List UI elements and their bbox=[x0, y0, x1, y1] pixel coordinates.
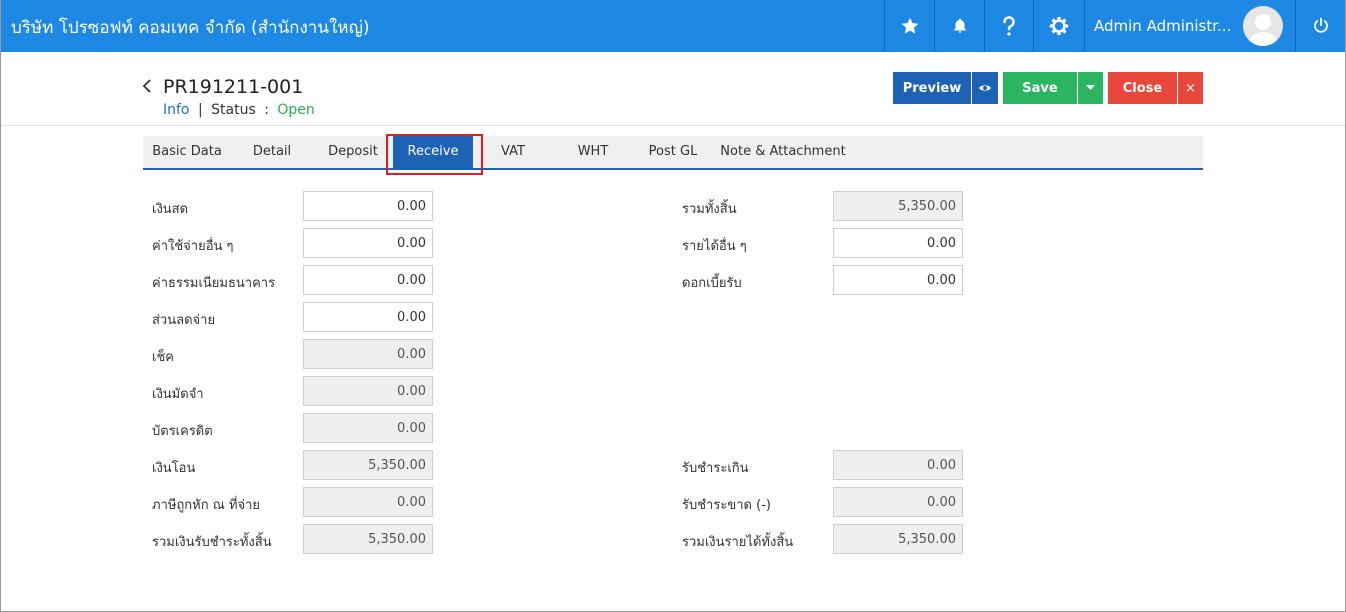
settings-button[interactable] bbox=[1033, 0, 1084, 52]
field-label: รวมทั้งสิ้น bbox=[682, 202, 737, 217]
field-label: เงินโอน bbox=[152, 461, 196, 476]
company-name[interactable]: บริษัท โปรซอฟท์ คอมเทค จำกัด (สำนักงานให… bbox=[11, 14, 370, 41]
field-label: ดอกเบี้ยรับ bbox=[682, 276, 742, 291]
field-label: ภาษีถูกหัก ณ ที่จ่าย bbox=[152, 498, 261, 513]
help-button[interactable] bbox=[984, 0, 1033, 52]
tab-note-attachment[interactable]: Note & Attachment bbox=[713, 136, 853, 168]
caret-down-icon bbox=[1086, 85, 1095, 90]
status-label: Status bbox=[211, 102, 256, 118]
underpaid-field bbox=[833, 487, 963, 517]
bell-icon bbox=[953, 18, 966, 33]
tab-detail[interactable]: Detail bbox=[231, 136, 313, 168]
preview-eye-button[interactable] bbox=[972, 72, 998, 104]
field-label: ค่าธรรมเนียมธนาคาร bbox=[152, 276, 276, 291]
field-label: ค่าใช้จ่ายอื่น ๆ bbox=[152, 239, 234, 254]
credit-card-field bbox=[303, 413, 433, 443]
gear-icon bbox=[1049, 16, 1069, 36]
field-label: รับชำระเกิน bbox=[682, 461, 749, 476]
field-label: รายได้อื่น ๆ bbox=[682, 239, 747, 254]
top-bar: บริษัท โปรซอฟท์ คอมเทค จำกัด (สำนักงานให… bbox=[0, 0, 1346, 52]
other-income-input[interactable] bbox=[833, 228, 963, 258]
field-label: เงินมัดจำ bbox=[152, 387, 204, 402]
save-dropdown-button[interactable] bbox=[1078, 72, 1103, 104]
cheque-field bbox=[303, 339, 433, 369]
star-icon bbox=[901, 17, 918, 34]
tab-basic-data[interactable]: Basic Data bbox=[143, 136, 231, 168]
withholding-tax-field bbox=[303, 487, 433, 517]
field-label: รวมเงินรายได้ทั้งสิ้น bbox=[682, 535, 794, 550]
tab-receive[interactable]: Receive bbox=[393, 136, 473, 168]
user-name[interactable]: Admin Administr... bbox=[1094, 17, 1231, 35]
interest-income-input[interactable] bbox=[833, 265, 963, 295]
eye-icon bbox=[979, 85, 991, 91]
total-received-field bbox=[303, 524, 433, 554]
tab-deposit[interactable]: Deposit bbox=[313, 136, 393, 168]
chevron-left-icon[interactable] bbox=[141, 78, 153, 94]
document-subline: Info | Status : Open bbox=[163, 102, 315, 118]
favorite-button[interactable] bbox=[884, 0, 934, 52]
tab-vat[interactable]: VAT bbox=[473, 136, 553, 168]
status-badge: Open bbox=[277, 102, 315, 118]
field-label: เช็ค bbox=[152, 350, 174, 365]
field-label: รับชำระขาด (-) bbox=[682, 498, 771, 513]
tab-post-gl[interactable]: Post GL bbox=[633, 136, 713, 168]
field-label: เงินสด bbox=[152, 202, 189, 217]
field-label: บัตรเครดิต bbox=[152, 424, 213, 439]
document-number: PR191211-001 bbox=[163, 76, 304, 98]
bank-fee-input[interactable] bbox=[303, 265, 433, 295]
transfer-field bbox=[303, 450, 433, 480]
separator: | bbox=[197, 102, 203, 118]
deposit-field bbox=[303, 376, 433, 406]
tab-wht[interactable]: WHT bbox=[553, 136, 633, 168]
help-icon bbox=[1003, 16, 1015, 36]
grand-total-field bbox=[833, 191, 963, 221]
preview-button[interactable]: Preview bbox=[893, 72, 971, 104]
close-button[interactable]: Close bbox=[1108, 72, 1177, 104]
overpaid-field bbox=[833, 450, 963, 480]
total-income-field bbox=[833, 524, 963, 554]
notification-button[interactable] bbox=[934, 0, 984, 52]
logout-button[interactable] bbox=[1295, 0, 1346, 52]
save-button[interactable]: Save bbox=[1003, 72, 1077, 104]
tab-bar: Basic Data Detail Deposit Receive VAT WH… bbox=[143, 136, 1203, 170]
power-icon bbox=[1314, 17, 1328, 33]
discount-input[interactable] bbox=[303, 302, 433, 332]
info-link[interactable]: Info bbox=[163, 102, 190, 118]
cash-input[interactable] bbox=[303, 191, 433, 221]
other-expense-input[interactable] bbox=[303, 228, 433, 258]
status-colon: : bbox=[264, 102, 269, 118]
close-x-button[interactable]: × bbox=[1178, 72, 1203, 104]
avatar[interactable] bbox=[1243, 6, 1283, 46]
user-avatar-icon bbox=[1248, 14, 1278, 46]
field-label: ส่วนลดจ่าย bbox=[152, 313, 216, 328]
field-label: รวมเงินรับชำระทั้งสิ้น bbox=[152, 535, 272, 550]
